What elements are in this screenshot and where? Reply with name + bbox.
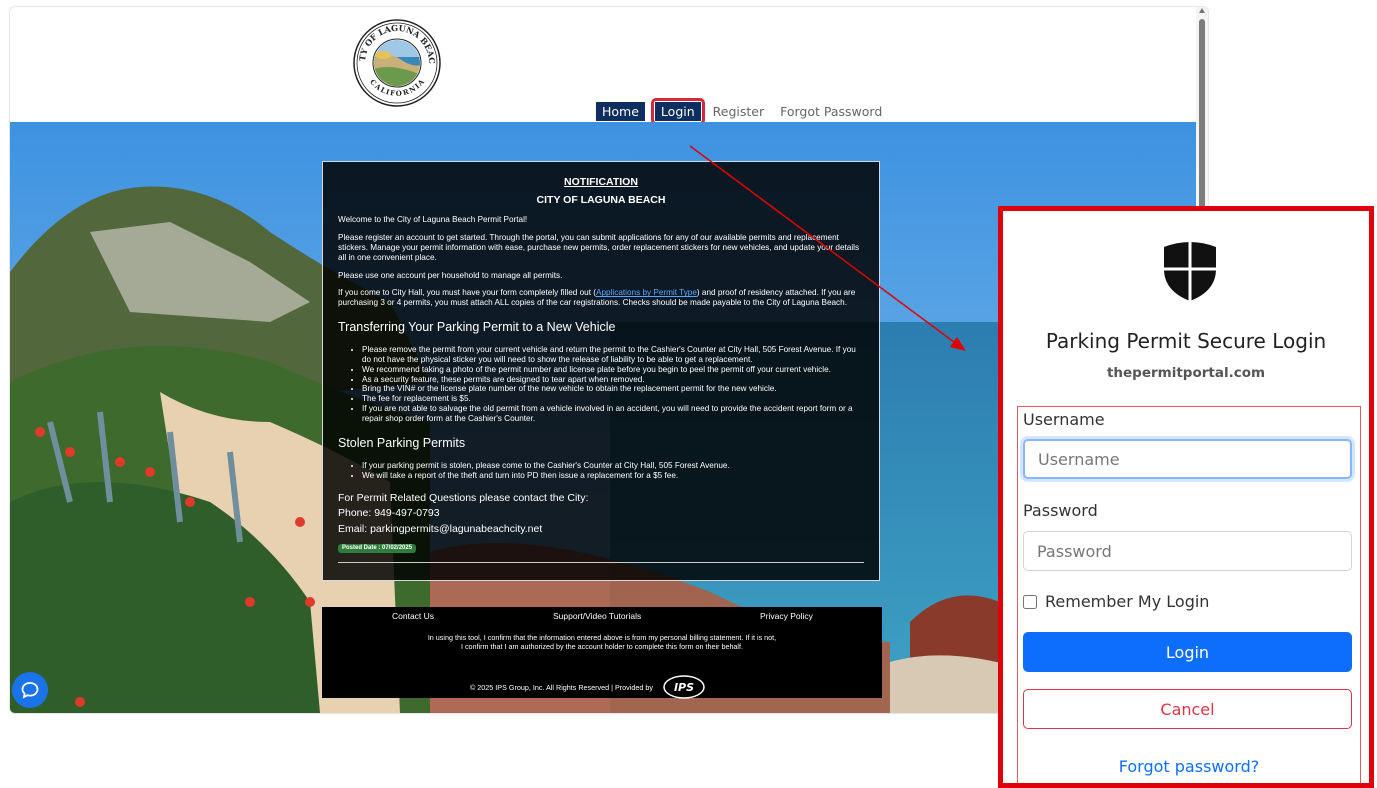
nav-login[interactable]: Login [654, 101, 701, 121]
remember-label: Remember My Login [1045, 592, 1210, 611]
ips-logo: IPS [663, 675, 705, 699]
footer-copyright-row: © 2025 IPS Group, Inc. All Rights Reserv… [470, 673, 707, 701]
transfer-title: Transferring Your Parking Permit to a Ne… [338, 320, 616, 335]
login-title: Parking Permit Secure Login [1045, 329, 1327, 353]
login-panel-callout: Parking Permit Secure Login thepermitpor… [998, 206, 1374, 788]
divider [338, 561, 864, 563]
shield-icon [1164, 241, 1216, 301]
footer-contact-link[interactable]: Contact Us [392, 611, 434, 621]
password-input[interactable] [1023, 531, 1352, 571]
list-item: Please remove the permit from your curre… [362, 345, 864, 365]
applications-link[interactable]: Applications by Permit Type [596, 288, 697, 297]
contact-email: Email: parkingpermits@lagunabeachcity.ne… [338, 523, 543, 536]
list-item: We will take a report of the theft and t… [362, 471, 864, 481]
transfer-list: Please remove the permit from your curre… [338, 345, 864, 424]
contact-heading: For Permit Related Questions please cont… [338, 491, 589, 504]
list-item: As a security feature, these permits are… [362, 375, 864, 385]
remember-login[interactable]: Remember My Login [1023, 592, 1209, 611]
list-item: If your parking permit is stolen, please… [362, 461, 864, 471]
nav-home[interactable]: Home [596, 101, 645, 121]
nav-forgot-password[interactable]: Forgot Password [780, 104, 882, 119]
city-hall-text: If you come to City Hall, you must have … [338, 288, 864, 308]
nav-login-highlight: Login [650, 97, 705, 125]
stolen-title: Stolen Parking Permits [338, 435, 466, 450]
list-item: The fee for replacement is $5. [362, 394, 864, 404]
page-footer: Contact Us Support/Video Tutorials Priva… [322, 607, 882, 701]
posted-date-badge: Posted Date : 07/02/2025 [338, 543, 417, 553]
notification-panel: NOTIFICATION CITY OF LAGUNA BEACH Welcom… [322, 161, 880, 581]
intro-text: Please register an account to get starte… [338, 233, 860, 262]
username-input[interactable] [1023, 439, 1352, 479]
notification-subheading: CITY OF LAGUNA BEACH [536, 193, 666, 206]
footer-support-link[interactable]: Support/Video Tutorials [553, 611, 641, 621]
city-hall-text-before: If you come to City Hall, you must have … [338, 288, 597, 298]
cancel-button[interactable]: Cancel [1023, 689, 1352, 729]
stolen-list: If your parking permit is stolen, please… [338, 461, 864, 481]
nav-register[interactable]: Register [713, 104, 764, 119]
contact-phone: Phone: 949-497-0793 [338, 507, 440, 520]
password-label: Password [1023, 501, 1098, 520]
forgot-password-link[interactable]: Forgot password? [1018, 757, 1360, 776]
scroll-up-icon[interactable] [1199, 8, 1205, 13]
ips-logo-text: IPS [674, 681, 694, 694]
login-domain: thepermitportal.com [1106, 365, 1266, 381]
footer-disclaimer: In using this tool, I confirm that the i… [427, 633, 777, 651]
list-item: We recommend taking a photo of the permi… [362, 365, 864, 375]
login-form: Username Password Remember My Login Logi… [1017, 406, 1361, 783]
footer-privacy-link[interactable]: Privacy Policy [760, 611, 813, 621]
username-label: Username [1023, 410, 1105, 429]
remember-checkbox[interactable] [1023, 594, 1037, 609]
notification-heading: NOTIFICATION [564, 176, 638, 188]
scrollbar-thumb[interactable] [1199, 19, 1205, 229]
list-item: If you are not able to salvage the old p… [362, 404, 864, 424]
chat-button[interactable] [12, 672, 48, 708]
welcome-text: Welcome to the City of Laguna Beach Perm… [338, 215, 528, 225]
list-item: Bring the VIN# or the license plate numb… [362, 384, 864, 394]
login-button[interactable]: Login [1023, 632, 1352, 672]
chat-icon [21, 682, 39, 699]
footer-copyright: © 2025 IPS Group, Inc. All Rights Reserv… [470, 682, 653, 692]
top-nav: Home Login Register Forgot Password [596, 97, 890, 125]
household-text: Please use one account per household to … [338, 270, 563, 280]
city-seal-logo[interactable]: CITY OF LAGUNA BEACH CALIFORNIA [353, 19, 441, 107]
contact-info: For Permit Related Questions please cont… [338, 491, 864, 538]
